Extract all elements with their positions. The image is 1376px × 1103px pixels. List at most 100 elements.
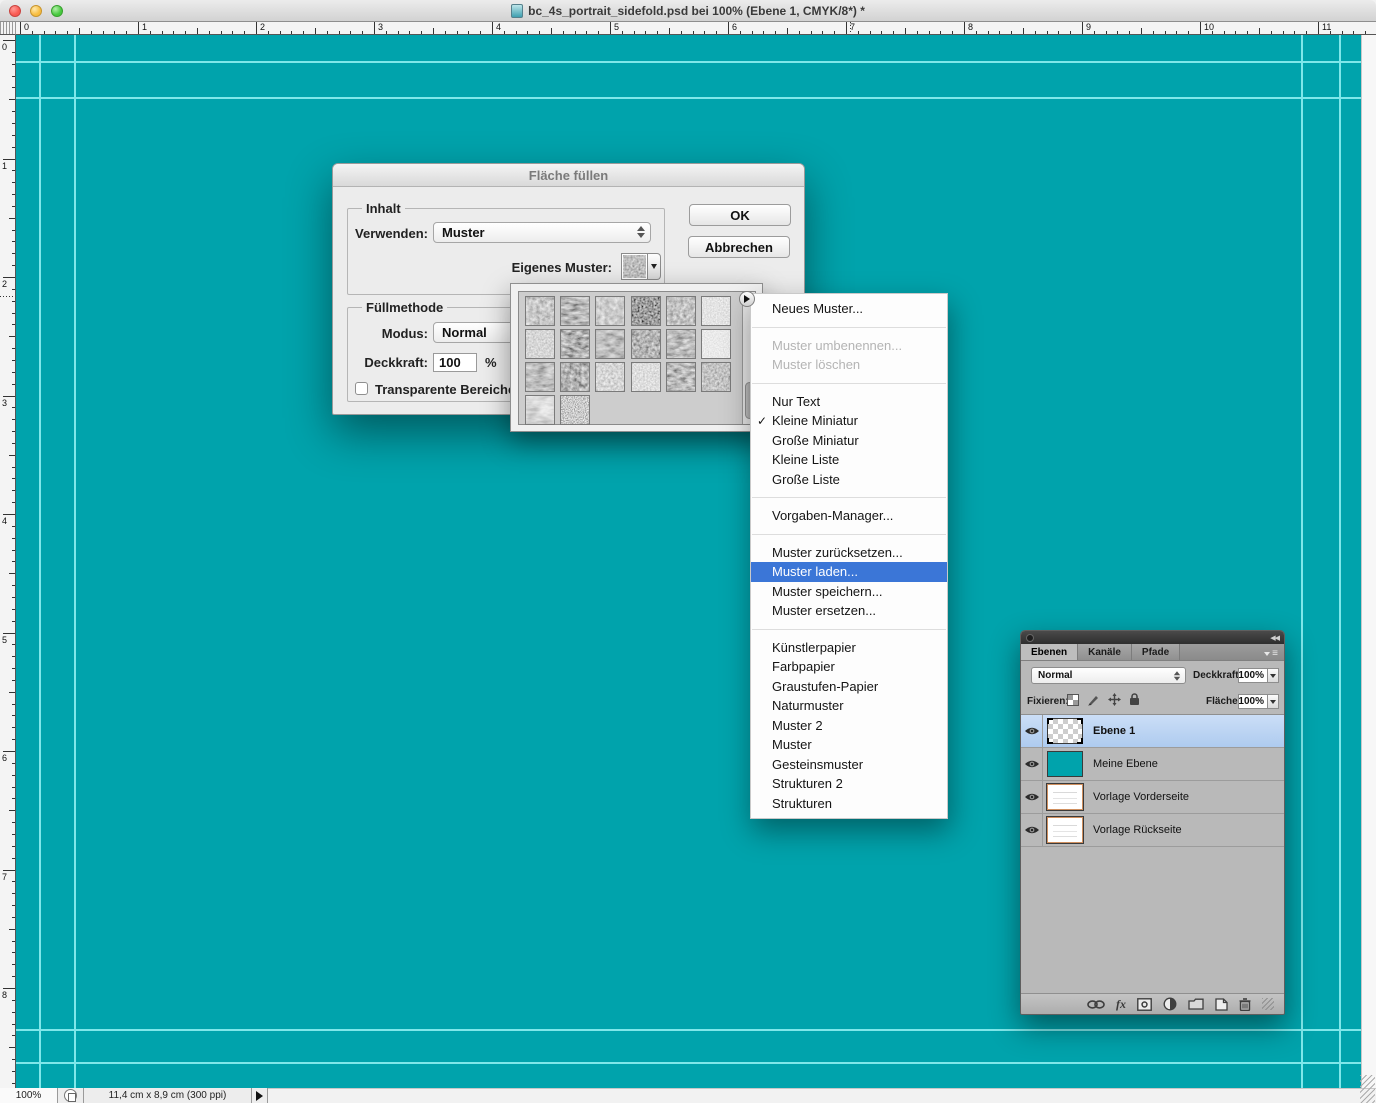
- visibility-eye-icon[interactable]: [1021, 814, 1043, 847]
- menu-item[interactable]: Muster zurücksetzen...: [751, 543, 947, 563]
- pattern-swatch[interactable]: [560, 395, 590, 425]
- guide[interactable]: [16, 61, 1361, 63]
- opacity-dropdown-arrow[interactable]: [1268, 668, 1279, 683]
- pattern-swatch[interactable]: [525, 395, 555, 425]
- menu-item[interactable]: Muster 2: [751, 716, 947, 736]
- menu-item[interactable]: Muster ersetzen...: [751, 601, 947, 621]
- link-layers-icon[interactable]: [1087, 1000, 1105, 1009]
- visibility-eye-icon[interactable]: [1021, 748, 1043, 781]
- menu-item[interactable]: Muster laden...: [751, 562, 947, 582]
- ok-button[interactable]: OK: [689, 204, 791, 226]
- pattern-swatch[interactable]: [666, 296, 696, 326]
- collapse-panel-icon[interactable]: ◀◀: [1270, 634, 1279, 642]
- fill-dropdown-arrow[interactable]: [1268, 694, 1279, 709]
- menu-item[interactable]: Strukturen 2: [751, 774, 947, 794]
- pattern-swatch[interactable]: [631, 362, 661, 392]
- menu-item[interactable]: Neues Muster...: [751, 299, 947, 319]
- zoom-level-field[interactable]: 100%: [0, 1088, 58, 1103]
- menu-item[interactable]: Graustufen-Papier: [751, 677, 947, 697]
- panel-fill-value[interactable]: 100%: [1238, 694, 1268, 709]
- window-resize-grip[interactable]: [1360, 1075, 1375, 1103]
- status-popup-button[interactable]: [252, 1088, 268, 1103]
- lock-all-icon[interactable]: [1129, 693, 1140, 706]
- pattern-swatch[interactable]: [595, 329, 625, 359]
- layer-row[interactable]: Vorlage Rückseite: [1021, 814, 1284, 847]
- ruler-origin-box[interactable]: [0, 22, 16, 35]
- layer-name[interactable]: Ebene 1: [1093, 725, 1135, 737]
- pattern-swatch[interactable]: [701, 362, 731, 392]
- dialog-title[interactable]: Fläche füllen: [333, 164, 804, 187]
- layer-thumbnail[interactable]: [1043, 718, 1087, 744]
- guide[interactable]: [39, 35, 41, 1088]
- pattern-swatch[interactable]: [595, 362, 625, 392]
- tab-pfade[interactable]: Pfade: [1132, 644, 1180, 660]
- menu-item[interactable]: Große Miniatur: [751, 431, 947, 451]
- panel-opacity-value[interactable]: 100%: [1238, 668, 1268, 683]
- menu-item[interactable]: Kleine Liste: [751, 450, 947, 470]
- pattern-swatch[interactable]: [525, 329, 555, 359]
- lock-pixels-icon[interactable]: [1087, 693, 1100, 706]
- pattern-swatch[interactable]: [631, 329, 661, 359]
- zoom-button[interactable]: [51, 5, 63, 17]
- menu-item[interactable]: Gesteinsmuster: [751, 755, 947, 775]
- pattern-flyout-button[interactable]: [739, 291, 755, 307]
- layer-row[interactable]: Meine Ebene: [1021, 748, 1284, 781]
- use-dropdown[interactable]: Muster: [433, 222, 651, 243]
- menu-item[interactable]: Große Liste: [751, 470, 947, 490]
- panel-resize-grip[interactable]: [1262, 998, 1274, 1010]
- window-titlebar[interactable]: bc_4s_portrait_sidefold.psd bei 100% (Eb…: [0, 0, 1376, 22]
- layer-name[interactable]: Vorlage Vorderseite: [1093, 791, 1189, 803]
- menu-item[interactable]: Nur Text: [751, 392, 947, 412]
- guide[interactable]: [16, 1029, 1361, 1031]
- layer-thumbnail[interactable]: [1043, 784, 1087, 810]
- cancel-button[interactable]: Abbrechen: [688, 236, 790, 258]
- pattern-dropdown-arrow[interactable]: [648, 253, 661, 280]
- layer-row[interactable]: Vorlage Vorderseite: [1021, 781, 1284, 814]
- pattern-swatch[interactable]: [560, 296, 590, 326]
- visibility-eye-icon[interactable]: [1021, 781, 1043, 814]
- delete-layer-icon[interactable]: [1239, 998, 1251, 1011]
- lock-transparency-icon[interactable]: [1067, 694, 1079, 706]
- add-layer-mask-icon[interactable]: [1137, 998, 1152, 1011]
- panel-drag-bar[interactable]: ◀◀: [1021, 631, 1284, 644]
- blend-mode-dropdown[interactable]: Normal: [1031, 667, 1186, 684]
- horizontal-ruler[interactable]: 01234567891011: [16, 22, 1376, 35]
- doc-profile-button[interactable]: [58, 1088, 84, 1103]
- guide[interactable]: [16, 97, 1361, 99]
- guide[interactable]: [1301, 35, 1303, 1088]
- lock-position-icon[interactable]: [1108, 693, 1121, 706]
- menu-item[interactable]: Muster speichern...: [751, 582, 947, 602]
- pattern-swatch[interactable]: [560, 362, 590, 392]
- menu-item[interactable]: Vorgaben-Manager...: [751, 506, 947, 526]
- pattern-swatch[interactable]: [631, 296, 661, 326]
- close-button[interactable]: [9, 5, 21, 17]
- layer-row[interactable]: Ebene 1: [1021, 715, 1284, 748]
- vertical-ruler[interactable]: 012345678: [0, 35, 16, 1088]
- tab-kanäle[interactable]: Kanäle: [1078, 644, 1132, 660]
- guide[interactable]: [16, 1062, 1361, 1064]
- opacity-input[interactable]: 100: [433, 353, 477, 372]
- menu-item[interactable]: Künstlerpapier: [751, 638, 947, 658]
- layer-style-icon[interactable]: fx: [1116, 997, 1126, 1012]
- pattern-swatch[interactable]: [525, 296, 555, 326]
- pattern-swatch[interactable]: [560, 329, 590, 359]
- preserve-transparency-checkbox[interactable]: [355, 382, 368, 395]
- minimize-button[interactable]: [30, 5, 42, 17]
- visibility-eye-icon[interactable]: [1021, 715, 1043, 748]
- guide[interactable]: [74, 35, 76, 1088]
- menu-item[interactable]: Naturmuster: [751, 696, 947, 716]
- menu-item[interactable]: Farbpapier: [751, 657, 947, 677]
- custom-pattern-swatch[interactable]: [621, 253, 661, 280]
- menu-item[interactable]: ✓Kleine Miniatur: [751, 411, 947, 431]
- menu-item[interactable]: Strukturen: [751, 794, 947, 814]
- panel-menu-icon[interactable]: ≡: [1264, 648, 1278, 659]
- guide[interactable]: [1339, 35, 1341, 1088]
- tab-ebenen[interactable]: Ebenen: [1021, 644, 1078, 660]
- layer-name[interactable]: Meine Ebene: [1093, 758, 1158, 770]
- pattern-swatch[interactable]: [701, 296, 731, 326]
- menu-item[interactable]: Muster: [751, 735, 947, 755]
- new-group-icon[interactable]: [1188, 998, 1204, 1010]
- pattern-swatch[interactable]: [595, 296, 625, 326]
- vertical-scrollbar-track[interactable]: [1361, 35, 1376, 1088]
- layer-thumbnail[interactable]: [1043, 817, 1087, 843]
